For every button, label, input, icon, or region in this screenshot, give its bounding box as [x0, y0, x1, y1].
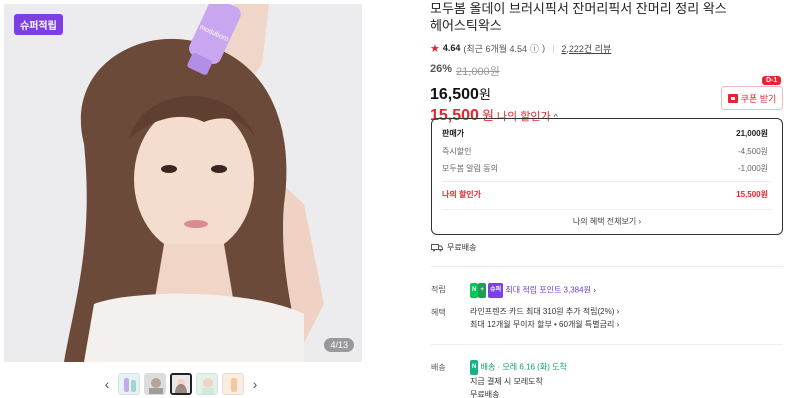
price-breakdown-box: 판매가 21,000원 즉시할인 -4,500원 모두봄 알림 동의 -1,00…: [431, 118, 783, 235]
product-photo: modubom: [4, 4, 362, 362]
coupon-icon: [727, 93, 738, 103]
review-count-link[interactable]: 2,222건 리뷰: [561, 42, 611, 55]
thumbnail[interactable]: [144, 373, 166, 395]
discount-row: 26% 21,000원: [430, 63, 780, 79]
original-price: 21,000원: [456, 66, 500, 78]
chevron-right-icon: ›: [593, 285, 596, 295]
price-row-value: 21,000원: [736, 129, 768, 138]
divider: [442, 181, 772, 182]
divider: [431, 266, 783, 267]
free-shipping-row: 무료배송: [431, 242, 476, 253]
price-row-instant-discount: 즉시할인 -4,500원: [442, 146, 768, 157]
delivery-tag-text: 배송: [480, 362, 496, 372]
rating-recent-close: ): [542, 43, 546, 53]
price-row-sale: 판매가 21,000원: [442, 128, 768, 139]
star-icon: ★: [430, 42, 440, 55]
delivery-label: 배송: [431, 363, 446, 372]
price-row-label: 즉시할인: [442, 147, 472, 156]
points-value[interactable]: N + 슈퍼 최대 적립 포인트 3,384원 ›: [470, 283, 596, 298]
thumbnail-active[interactable]: [170, 373, 192, 395]
discount-percent: 26%: [430, 63, 453, 75]
benefits-label: 혜택: [431, 308, 446, 317]
benefits-value[interactable]: 라인프렌즈 카드 최대 310원 추가 적립(2%) › 최대 12개월 무이자…: [470, 305, 619, 331]
truck-icon: [431, 244, 443, 252]
info-icon[interactable]: ⓘ: [530, 42, 539, 55]
rating-row: ★ 4.64 (최근 6개월 4.54 ⓘ ) | 2,222건 리뷰: [430, 42, 780, 55]
thumbnail[interactable]: [118, 373, 140, 395]
product-title: 모두봄 올데이 브러시픽서 잔머리픽서 잔머리 정리 왁스 헤어스틱왁스: [430, 0, 780, 34]
delivery-eta: · 모레 6.16 (화) 도착: [497, 362, 567, 372]
price-row-label: 모두봄 알림 동의: [442, 164, 498, 173]
delivery-tag-icon: N: [470, 360, 479, 375]
benefit-line: 최대 12개월 무이자 할부 • 60개월 특별금리: [470, 320, 615, 329]
price-row-value: 15,500원: [736, 190, 768, 199]
price-row-value: -4,500원: [737, 147, 768, 156]
view-all-benefits-label: 나의 혜택 전체보기: [572, 217, 637, 226]
price-row-my-price: 나의 할인가 15,500원: [442, 189, 768, 200]
divider: |: [552, 43, 555, 53]
sale-price: 16,500: [430, 86, 479, 103]
plus-icon: +: [478, 283, 486, 298]
coupon-label: 쿠폰 받기: [740, 93, 777, 104]
rating-value: 4.64: [442, 43, 461, 53]
price-row-label: 나의 할인가: [442, 190, 482, 199]
won-unit: 원: [478, 87, 491, 102]
thumbnail-strip: ‹ ›: [100, 371, 262, 397]
delivery-line: 지금 결제 시 모레도착: [470, 377, 543, 386]
delivery-value: N 배송 · 모레 6.16 (화) 도착 지금 결제 시 모레도착 무료배송: [470, 360, 567, 398]
free-shipping-text: 무료배송: [447, 243, 477, 252]
price-row-label: 판매가: [442, 129, 465, 138]
rating-recent: (최근 6개월 4.54: [463, 43, 528, 54]
chevron-right-icon[interactable]: ›: [248, 376, 262, 392]
thumbnail[interactable]: [222, 373, 244, 395]
super-points-badge: 슈퍼적립: [14, 14, 63, 35]
price-row-notify-discount: 모두봄 알림 동의 -1,000원: [442, 163, 768, 174]
points-text: 최대 적립 포인트 3,384원: [505, 285, 591, 295]
chevron-left-icon[interactable]: ‹: [100, 376, 114, 392]
chevron-right-icon: ›: [638, 217, 642, 226]
chevron-right-icon: ›: [616, 320, 620, 329]
points-label: 적립: [431, 285, 446, 294]
product-title-line1: 모두봄 올데이 브러시픽서 잔머리픽서 잔머리 정리 왁스: [430, 1, 727, 16]
price-row-value: -1,000원: [737, 164, 768, 173]
chevron-right-icon: ›: [616, 307, 620, 316]
super-icon: 슈퍼: [488, 283, 504, 298]
coupon-button[interactable]: 쿠폰 받기: [721, 86, 783, 110]
view-all-benefits-link[interactable]: 나의 혜택 전체보기 ›: [432, 216, 782, 227]
dday-badge: D-1: [762, 76, 782, 85]
divider: [442, 209, 772, 210]
thumbnail[interactable]: [196, 373, 218, 395]
product-title-line2: 헤어스틱왁스: [430, 18, 502, 33]
npay-icon: N: [470, 283, 479, 298]
delivery-line: 무료배송: [470, 390, 500, 398]
benefit-line: 라인프렌즈 카드 최대 310원 추가 적립(2%): [470, 307, 615, 316]
product-main-image[interactable]: modubom 슈퍼적립 4/13: [4, 4, 362, 362]
image-counter: 4/13: [324, 338, 354, 352]
divider: [431, 344, 783, 345]
